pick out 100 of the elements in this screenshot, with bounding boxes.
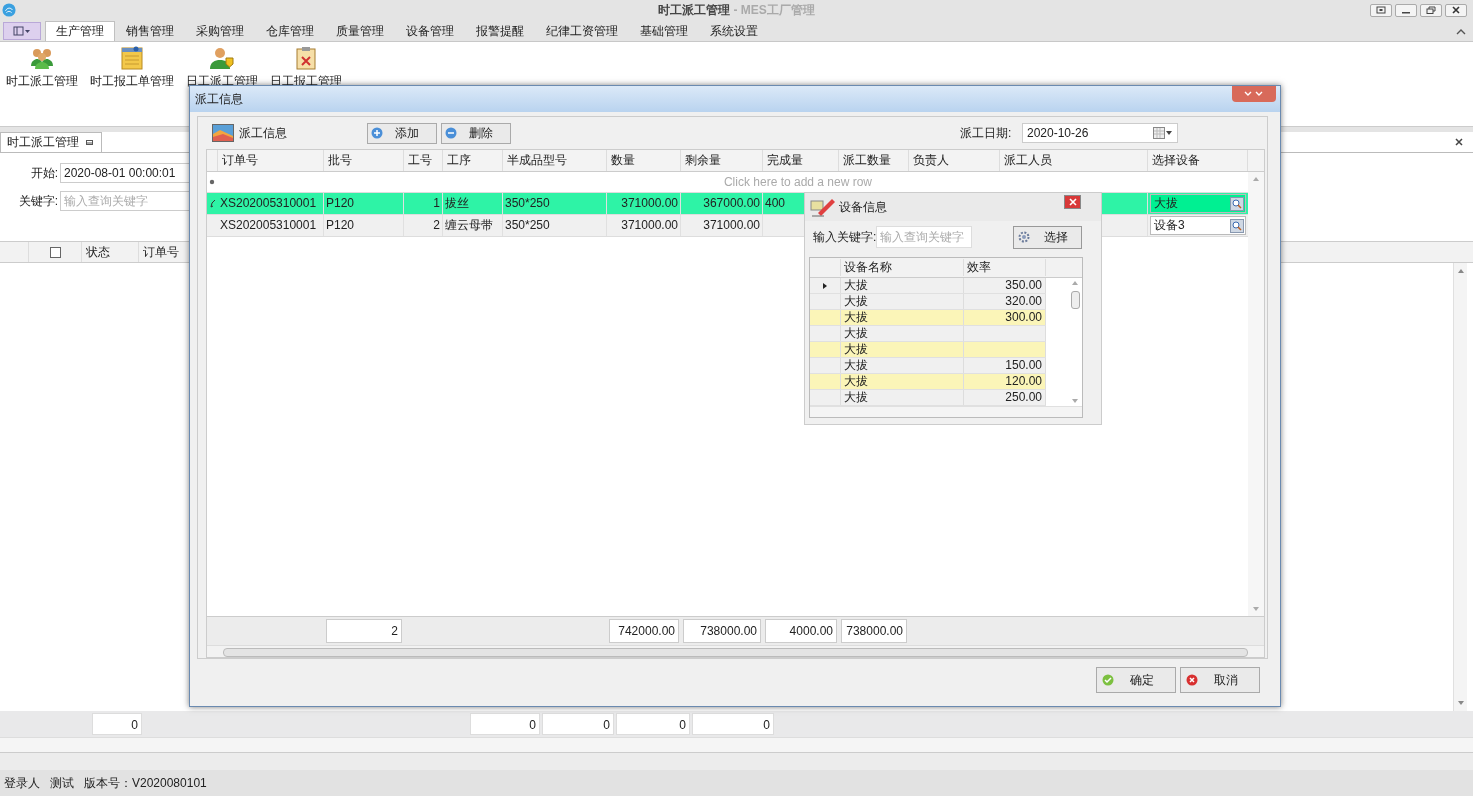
- panel-icon: [13, 26, 31, 36]
- toolbar-button[interactable]: 删除: [441, 122, 511, 144]
- column-header[interactable]: 工序: [443, 150, 503, 171]
- keyword-label: 关键字:: [17, 192, 59, 210]
- column-header[interactable]: 剩余量: [681, 150, 763, 171]
- table-cell: 拔丝: [443, 193, 503, 214]
- column-header[interactable]: 完成量: [763, 150, 839, 171]
- table-cell: 320.00: [1005, 294, 1042, 308]
- notepad-icon: [120, 46, 144, 70]
- close-icon: [1068, 198, 1077, 206]
- checkbox[interactable]: [49, 246, 61, 258]
- total-cell: 2: [326, 619, 402, 643]
- start-label: 开始:: [29, 164, 59, 182]
- scroll-down-icon[interactable]: [1253, 607, 1259, 611]
- column-header[interactable]: 选择设备: [1148, 150, 1248, 171]
- list-row[interactable]: 大拔: [810, 342, 1046, 358]
- search-icon[interactable]: [1230, 218, 1244, 233]
- ribbon-button[interactable]: 时工派工管理: [0, 46, 84, 90]
- column-header[interactable]: 负责人: [909, 150, 1000, 171]
- scroll-up-icon[interactable]: [1072, 281, 1078, 285]
- table-cell: 300.00: [1005, 310, 1042, 324]
- table-cell: 350.00: [1005, 278, 1042, 292]
- menu-tab[interactable]: 设备管理: [395, 21, 465, 41]
- close-icon[interactable]: [1455, 138, 1463, 146]
- list-row[interactable]: 大拔 120.00: [810, 374, 1046, 390]
- panel-image-icon: [212, 124, 234, 142]
- table-cell: 250.00: [1005, 390, 1042, 404]
- collapse-ribbon-icon[interactable]: [1456, 28, 1466, 36]
- table-cell: XS202005310001: [218, 193, 324, 214]
- scroll-down-icon[interactable]: [1072, 399, 1078, 403]
- total-cell: 0: [616, 713, 690, 735]
- panel-title: 派工信息: [239, 124, 288, 142]
- list-row[interactable]: 大拔 350.00: [810, 278, 1046, 294]
- menu-tab[interactable]: 销售管理: [115, 21, 185, 41]
- vertical-scrollbar[interactable]: [1248, 172, 1264, 616]
- total-cell: 0: [92, 713, 142, 735]
- table-cell: 缠云母带: [443, 215, 503, 236]
- search-icon[interactable]: [1230, 196, 1244, 211]
- dialog-button[interactable]: 取消: [1180, 667, 1260, 693]
- date-field[interactable]: 2020-10-26: [1022, 123, 1178, 143]
- table-cell: 大拔: [844, 278, 868, 292]
- minimize-button[interactable]: [1395, 3, 1417, 17]
- column-header[interactable]: 工号: [404, 150, 443, 171]
- select-button[interactable]: 选择: [1013, 225, 1083, 249]
- scroll-up-icon[interactable]: [1253, 177, 1259, 181]
- column-header[interactable]: 半成品型号: [503, 150, 607, 171]
- pin-icon[interactable]: [86, 140, 94, 146]
- gear-icon: [1018, 231, 1031, 243]
- horizontal-scrollbar[interactable]: [810, 406, 1082, 417]
- close-button[interactable]: [1445, 3, 1467, 17]
- column-header[interactable]: 派工数量: [839, 150, 909, 171]
- column-header[interactable]: 设备名称: [840, 259, 963, 276]
- equipment-field[interactable]: 大拔: [1150, 194, 1246, 213]
- list-row[interactable]: 大拔 320.00: [810, 294, 1046, 310]
- people-icon: [30, 46, 54, 70]
- restore-button[interactable]: [1420, 3, 1442, 17]
- column-header[interactable]: 批号: [324, 150, 404, 171]
- scroll-down-icon[interactable]: [1457, 701, 1464, 705]
- capture-button[interactable]: [1370, 3, 1392, 17]
- column-header[interactable]: 订单号: [218, 150, 324, 171]
- table-cell: 大拔: [844, 310, 868, 324]
- keyword-field[interactable]: 输入查询关键字: [876, 226, 973, 248]
- horizontal-scrollbar[interactable]: [0, 737, 1473, 753]
- app-menu-button[interactable]: [3, 22, 41, 40]
- menu-tab[interactable]: 仓库管理: [255, 21, 325, 41]
- table-cell: 大拔: [844, 390, 868, 404]
- table-cell: 大拔: [844, 342, 868, 356]
- column-header[interactable]: 状态: [82, 242, 139, 262]
- list-row[interactable]: 大拔 300.00: [810, 310, 1046, 326]
- equipment-field[interactable]: 设备3: [1150, 216, 1246, 235]
- toolbar-button[interactable]: 添加: [367, 122, 437, 144]
- total-cell: 0: [692, 713, 774, 735]
- menu-tab[interactable]: 生产管理: [45, 21, 115, 41]
- edit-pencil-icon: [209, 199, 216, 208]
- menu-tab[interactable]: 报警提醒: [465, 21, 535, 41]
- column-header[interactable]: 效率: [963, 259, 1046, 276]
- menu-tab[interactable]: 系统设置: [699, 21, 769, 41]
- document-tab[interactable]: 时工派工管理: [0, 132, 102, 152]
- scroll-thumb[interactable]: [1070, 291, 1080, 309]
- vertical-scrollbar[interactable]: [1453, 263, 1467, 711]
- table-cell: 大拔: [844, 374, 868, 388]
- cancel-icon: [1186, 674, 1198, 686]
- dialog-button[interactable]: 确定: [1096, 667, 1176, 693]
- menu-tab[interactable]: 采购管理: [185, 21, 255, 41]
- menu-tab[interactable]: 质量管理: [325, 21, 395, 41]
- table-cell: 367000.00: [681, 193, 763, 214]
- column-header[interactable]: 派工人员: [1000, 150, 1148, 171]
- total-cell: 742000.00: [609, 619, 679, 643]
- scroll-up-icon[interactable]: [1457, 269, 1464, 273]
- menu-tab[interactable]: 纪律工资管理: [535, 21, 629, 41]
- list-row[interactable]: 大拔 150.00: [810, 358, 1046, 374]
- list-row[interactable]: 大拔: [810, 326, 1046, 342]
- menu-tab[interactable]: 基础管理: [629, 21, 699, 41]
- column-header[interactable]: 数量: [607, 150, 681, 171]
- ribbon-button[interactable]: 时工报工单管理: [84, 46, 180, 90]
- table-cell: 120.00: [1005, 374, 1042, 388]
- list-row[interactable]: 大拔 250.00: [810, 390, 1046, 406]
- table-cell: 大拔: [844, 326, 868, 340]
- calendar-dropdown-icon[interactable]: [1153, 127, 1173, 139]
- horizontal-scrollbar[interactable]: [207, 645, 1264, 657]
